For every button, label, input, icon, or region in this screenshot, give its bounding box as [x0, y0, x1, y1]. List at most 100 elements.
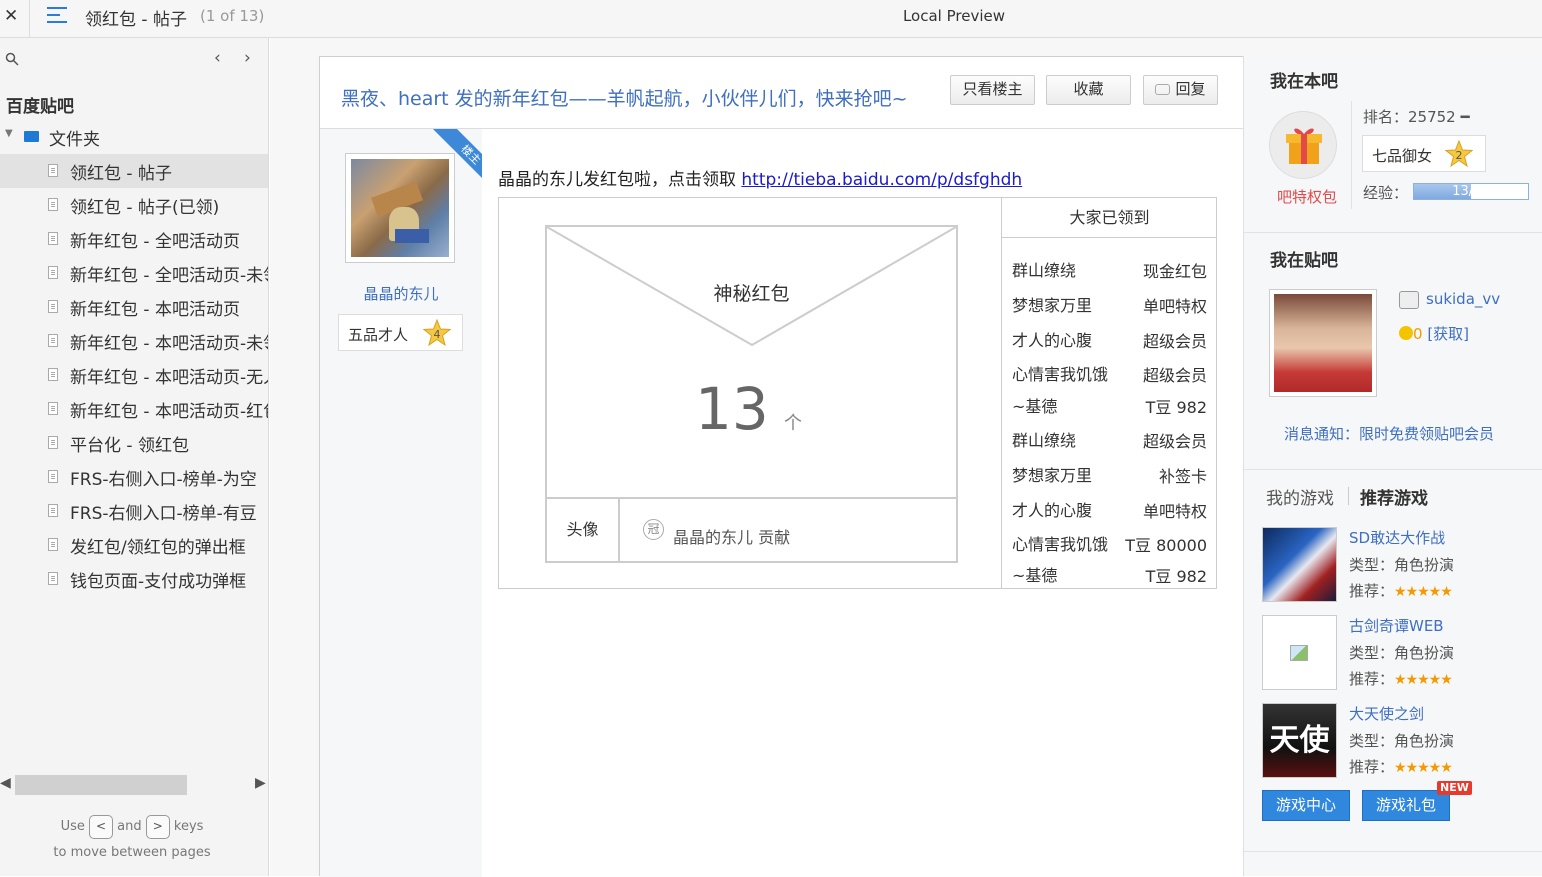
page-item[interactable]: 新年红包 - 本吧活动页-未领	[0, 324, 268, 358]
page-icon	[48, 198, 58, 211]
scrollbar-thumb[interactable]	[15, 775, 187, 795]
page-icon	[48, 334, 58, 347]
received-prize: 超级会员	[1142, 366, 1207, 385]
caret-down-icon[interactable]: ▼	[5, 128, 13, 139]
game-name[interactable]: 古剑奇谭WEB	[1349, 615, 1444, 636]
favorite-button[interactable]: 收藏	[1046, 75, 1131, 105]
page-icon	[48, 538, 58, 551]
author-rank-badge: 五品才人 4	[338, 314, 463, 351]
game-rating: 推荐：★★★★★	[1349, 580, 1453, 601]
envelope[interactable]: 神秘红包 13 个	[545, 225, 958, 499]
game-item[interactable]: 天使 大天使之剑 类型：角色扮演 推荐：★★★★★	[1262, 703, 1522, 779]
page-item[interactable]: 平台化 - 领红包	[0, 426, 268, 460]
game-thumbnail[interactable]: 天使	[1262, 703, 1337, 778]
page-item[interactable]: 钱包页面-支付成功弹框	[0, 562, 268, 596]
broken-image-icon	[1290, 645, 1308, 661]
notice-link[interactable]: 消息通知：限时免费领贴吧会员	[1284, 423, 1494, 444]
content-link[interactable]: http://tieba.baidu.com/p/dsfghdh	[741, 170, 1022, 190]
game-thumbnail[interactable]	[1262, 615, 1337, 690]
game-gift-button[interactable]: 游戏礼包	[1362, 790, 1450, 821]
close-icon[interactable]: ✕	[4, 6, 18, 26]
post-title[interactable]: 黑夜、heart 发的新年红包——羊帆起航，小伙伴儿们，快来抢吧~	[341, 84, 908, 111]
in-bar-title: 我在本吧	[1270, 72, 1338, 92]
game-type: 类型：角色扮演	[1349, 644, 1455, 662]
received-row: 心情害我饥饿 超级会员	[1002, 354, 1217, 388]
red-packet-widget: 神秘红包 13 个 头像 冠 晶晶的东儿 贡献 大家已领到 群山缭绕 现金红包 梦…	[498, 197, 1217, 589]
coins-row: 0 [获取]	[1399, 323, 1469, 344]
page-label: 新年红包 - 全吧活动页	[70, 232, 240, 252]
tab-recommended-games[interactable]: 推荐游戏	[1360, 484, 1428, 509]
game-name[interactable]: SD敢达大作战	[1349, 527, 1445, 548]
author-avatar[interactable]	[345, 153, 455, 263]
prev-key-icon: <	[89, 814, 113, 839]
exp-label: 经验：	[1363, 184, 1409, 202]
page-label: 新年红包 - 本吧活动页-无人	[70, 368, 269, 388]
envelope-flap-icon	[547, 227, 956, 347]
horizontal-scrollbar[interactable]: ◀ ▶	[0, 774, 268, 796]
coin-icon	[1399, 326, 1413, 340]
page-icon	[48, 266, 58, 279]
owner-only-button[interactable]: 只看楼主	[950, 75, 1035, 105]
page-icon	[48, 402, 58, 415]
search-icon[interactable]	[5, 52, 19, 66]
game-item[interactable]: 古剑奇谭WEB 类型：角色扮演 推荐：★★★★★	[1262, 615, 1522, 691]
received-user: 群山缭绕	[1012, 431, 1077, 450]
hint-text: and	[117, 819, 142, 834]
menu-icon[interactable]	[47, 7, 69, 27]
received-user: 才人的心腹	[1012, 331, 1093, 350]
level-number: 2	[1456, 149, 1463, 162]
packet-count: 13	[695, 375, 769, 443]
page-item[interactable]: 新年红包 - 全吧活动页	[0, 222, 268, 256]
gift-icon[interactable]	[1269, 111, 1337, 179]
chevron-right-icon[interactable]: ›	[244, 48, 251, 68]
scroll-right-icon[interactable]: ▶	[255, 775, 266, 791]
user-name[interactable]: sukida_vv	[1426, 290, 1500, 308]
chevron-left-icon[interactable]: ‹	[214, 48, 221, 68]
page-item[interactable]: 新年红包 - 全吧活动页-未领	[0, 256, 268, 290]
page-label: 发红包/领红包的弹出框	[70, 538, 246, 558]
tab-my-games[interactable]: 我的游戏	[1266, 484, 1334, 509]
game-thumbnail[interactable]	[1262, 527, 1337, 602]
comment-icon	[1155, 84, 1171, 95]
page-item[interactable]: 领红包 - 帖子	[0, 154, 268, 188]
received-prize: 现金红包	[1142, 262, 1207, 281]
received-user: 群山缭绕	[1012, 261, 1077, 280]
rank-label: 五品才人	[348, 326, 409, 344]
page-item[interactable]: 新年红包 - 本吧活动页-无人	[0, 358, 268, 392]
scroll-left-icon[interactable]: ◀	[0, 775, 11, 791]
game-item[interactable]: SD敢达大作战 类型：角色扮演 推荐：★★★★★	[1262, 527, 1522, 603]
game-rating: 推荐：★★★★★	[1349, 756, 1453, 777]
game-name[interactable]: 大天使之剑	[1349, 703, 1424, 724]
page-label: 平台化 - 领红包	[70, 436, 189, 456]
author-name[interactable]: 晶晶的东儿	[320, 283, 482, 304]
project-title: 百度贴吧	[6, 97, 74, 117]
game-type: 类型：角色扮演	[1349, 732, 1455, 750]
received-user: 梦想家万里	[1012, 466, 1093, 485]
reply-button[interactable]: 回复	[1143, 75, 1218, 105]
received-row: 才人的心腹 单吧特权	[1002, 490, 1217, 524]
page-item[interactable]: 新年红包 - 本吧活动页-红包	[0, 392, 268, 426]
page-item[interactable]: 领红包 - 帖子(已领)	[0, 188, 268, 222]
level-star-icon: 4	[423, 319, 451, 347]
page-item[interactable]: FRS-右侧入口-榜单-有豆	[0, 494, 268, 528]
received-prize: T豆 982	[1145, 567, 1207, 586]
page-item[interactable]: 新年红包 - 本吧活动页	[0, 290, 268, 324]
page-icon	[48, 572, 58, 585]
page-label: 新年红包 - 本吧活动页	[70, 300, 240, 320]
hint-text: keys	[173, 819, 204, 834]
user-avatar[interactable]	[1269, 289, 1377, 397]
page-indicator: (1 of 13)	[200, 7, 265, 25]
game-center-button[interactable]: 游戏中心	[1262, 790, 1350, 821]
received-prize: 单吧特权	[1142, 297, 1207, 316]
folder-row[interactable]: ▼ 文件夹	[0, 124, 268, 150]
received-row: 群山缭绕 现金红包	[1002, 250, 1217, 284]
page-item[interactable]: 发红包/领红包的弹出框	[0, 528, 268, 562]
page-item[interactable]: FRS-右侧入口-榜单-为空	[0, 460, 268, 494]
exp-progress-text: 13/15	[1452, 184, 1490, 199]
get-coins-link[interactable]: [获取]	[1427, 325, 1469, 343]
hint-text: to move between pages	[53, 845, 211, 860]
page-label: 钱包页面-支付成功弹框	[70, 572, 247, 592]
privilege-link[interactable]: 吧特权包	[1277, 186, 1337, 207]
folder-icon	[24, 131, 39, 142]
level-name: 七品御女	[1372, 147, 1433, 165]
